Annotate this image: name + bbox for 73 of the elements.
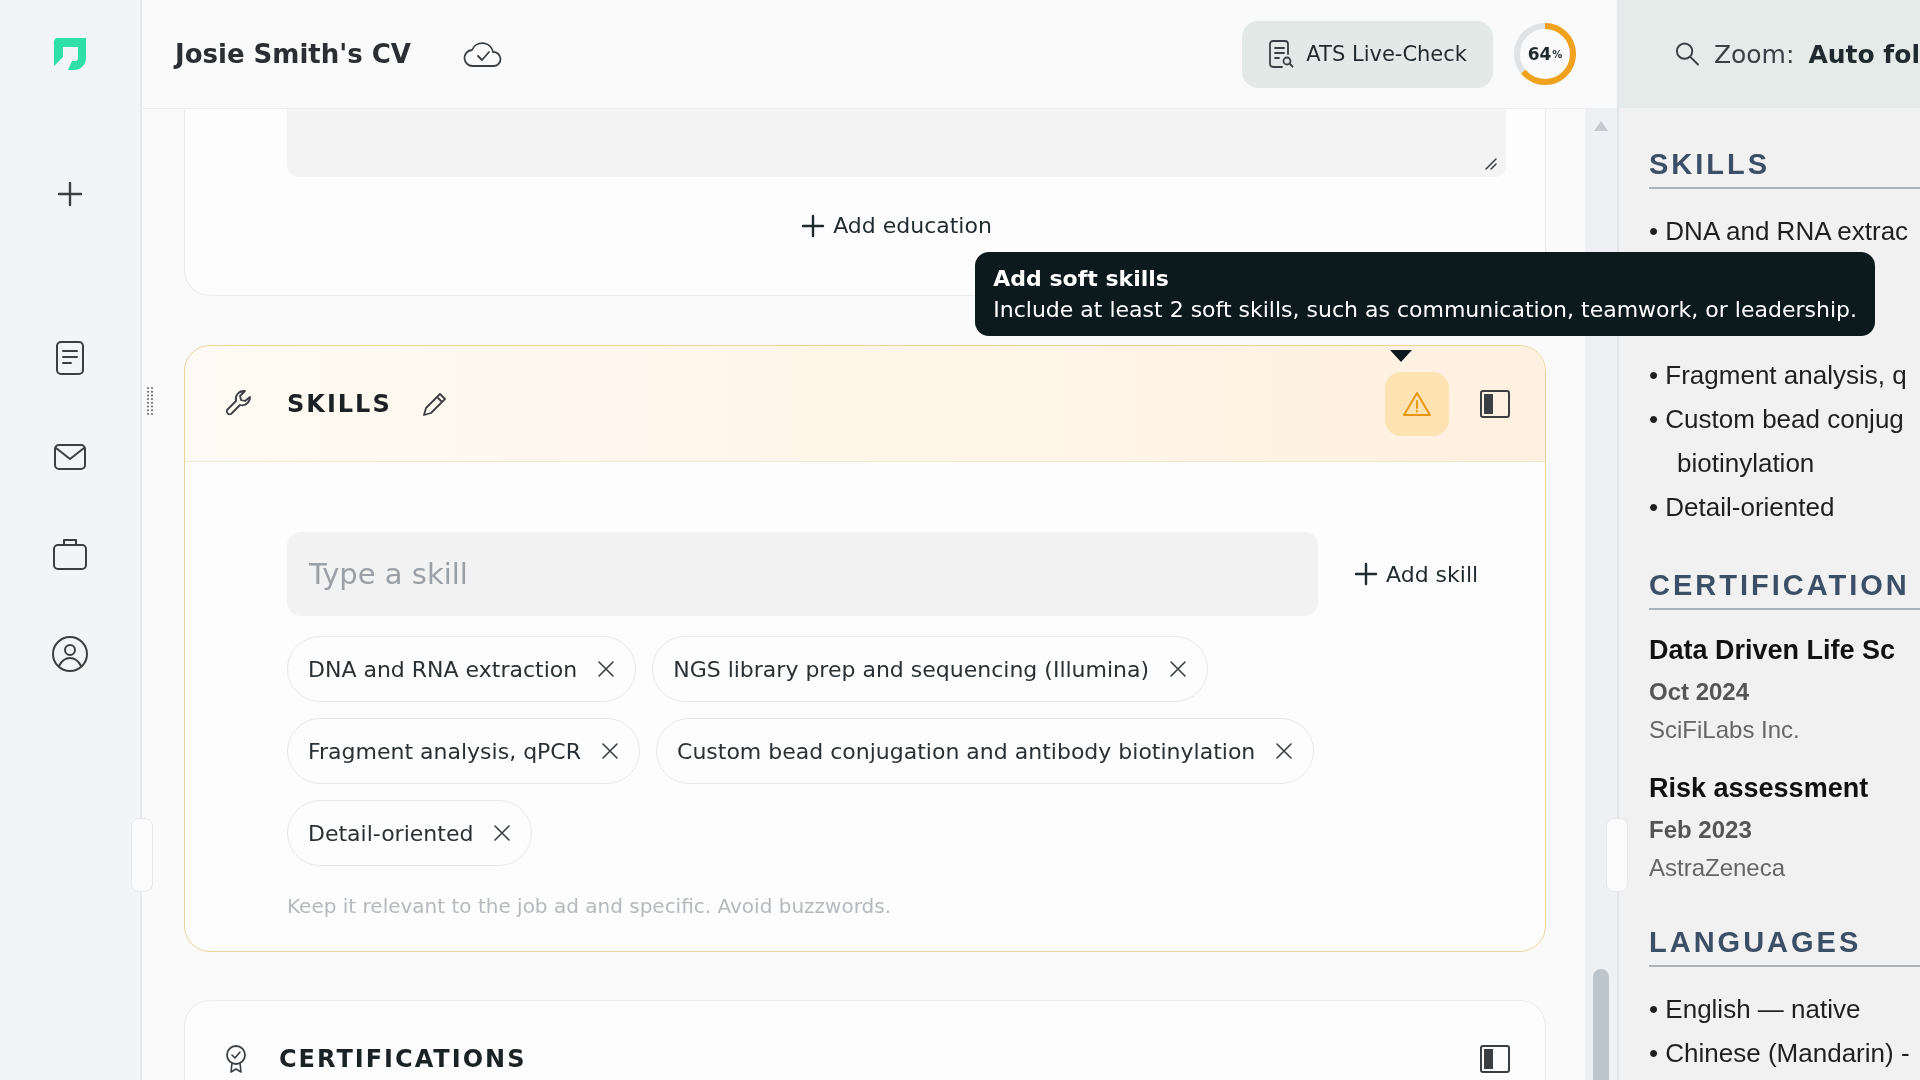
- remove-icon: [597, 660, 616, 678]
- zoom-label: Zoom:: [1713, 39, 1795, 69]
- description-field[interactable]: [287, 109, 1506, 177]
- briefcase-icon: [52, 537, 88, 571]
- list-item: • Custom bead conjug: [1649, 403, 1905, 436]
- section-title: CERTIFICATIONS: [279, 1044, 527, 1073]
- letters-nav[interactable]: [53, 443, 87, 471]
- list-item: biotinylation: [1676, 447, 1816, 480]
- resize-handle[interactable]: [1606, 818, 1628, 892]
- column-toggle-icon: [1479, 1043, 1511, 1074]
- entry-issuer: AstraZeneca: [1649, 853, 1787, 883]
- column-toggle-icon: [1479, 388, 1511, 419]
- warning-icon: [1402, 389, 1432, 418]
- skill-label: DNA and RNA extraction: [308, 656, 578, 682]
- award-icon: [223, 1042, 249, 1075]
- plus-icon: [801, 213, 826, 238]
- section-title: SKILLS: [287, 389, 392, 418]
- list-item: • English — native: [1649, 993, 1862, 1026]
- cloud-check-icon: [462, 39, 503, 69]
- entry-title: Risk assessment: [1649, 772, 1870, 805]
- remove-icon: [1169, 660, 1188, 678]
- entry-title: Data Driven Life Sc: [1649, 634, 1897, 667]
- entry-date: Oct 2024: [1649, 677, 1751, 707]
- user-icon: [51, 635, 89, 673]
- tooltip-pointer: [1390, 350, 1412, 362]
- skill-label: NGS library prep and sequencing (Illumina): [673, 656, 1150, 682]
- skill-label: Detail-oriented: [308, 820, 474, 846]
- list-item: • DNA and RNA extrac: [1649, 215, 1910, 248]
- remove-button[interactable]: [601, 742, 619, 760]
- zoom-value[interactable]: Auto fol: [1808, 39, 1920, 69]
- plus-icon: [57, 181, 83, 207]
- remove-icon: [601, 742, 619, 760]
- resume-nav[interactable]: [55, 340, 85, 376]
- list-item: • Detail-oriented: [1649, 491, 1836, 524]
- entry-date: Feb 2023: [1649, 815, 1753, 845]
- tooltip-title: Add soft skills: [993, 266, 1170, 291]
- score-unit: %: [1552, 48, 1563, 60]
- plus-icon: [1354, 562, 1378, 586]
- layout-toggle-button[interactable]: [1479, 1043, 1511, 1074]
- skill-label: Fragment analysis, qPCR: [308, 738, 581, 764]
- section-heading: LANGUAGES: [1649, 926, 1920, 967]
- list-item: • Fragment analysis, q: [1649, 359, 1908, 392]
- mail-icon: [53, 443, 87, 471]
- remove-button[interactable]: [1275, 742, 1294, 760]
- entry-issuer: SciFiLabs Inc.: [1649, 715, 1801, 745]
- jobs-nav[interactable]: [52, 537, 88, 571]
- document-icon: [55, 340, 85, 376]
- drag-handle-icon: [146, 386, 154, 416]
- list-item: • Chinese (Mandarin) -: [1649, 1037, 1911, 1070]
- section-heading: SKILLS: [1649, 148, 1920, 189]
- tooltip-text: Include at least 2 soft skills, such as communication, teamwork, or leadership.: [993, 297, 1857, 322]
- document-title: Josie Smith's CV: [175, 39, 411, 69]
- remove-button[interactable]: [493, 824, 512, 842]
- score-value: 64: [1527, 44, 1552, 64]
- remove-button[interactable]: [597, 660, 616, 678]
- skill-input[interactable]: Type a skill: [287, 532, 1318, 616]
- search-icon: [1675, 41, 1700, 67]
- add-button[interactable]: [57, 181, 83, 207]
- add-education-button[interactable]: Add education: [795, 209, 998, 242]
- skill-label: Custom bead conjugation and antibody biotinylation: [677, 738, 1256, 764]
- remove-icon: [493, 824, 512, 842]
- document-search-icon: [1268, 39, 1295, 69]
- layout-toggle-button[interactable]: [1479, 388, 1511, 419]
- add-skill-button[interactable]: Add skill: [1348, 557, 1485, 591]
- scroll-thumb[interactable]: [1593, 969, 1609, 1080]
- account-nav[interactable]: [51, 635, 89, 673]
- remove-icon: [1275, 742, 1294, 760]
- hint-text: Keep it relevant to the job ad and specific. Avoid buzzwords.: [287, 894, 892, 918]
- section-heading: CERTIFICATION: [1649, 569, 1920, 610]
- resize-icon: [1484, 157, 1498, 171]
- score-ring: [1511, 20, 1579, 88]
- remove-button[interactable]: [1169, 660, 1188, 678]
- ats-check-button[interactable]: ATS Live-Check: [1242, 20, 1493, 88]
